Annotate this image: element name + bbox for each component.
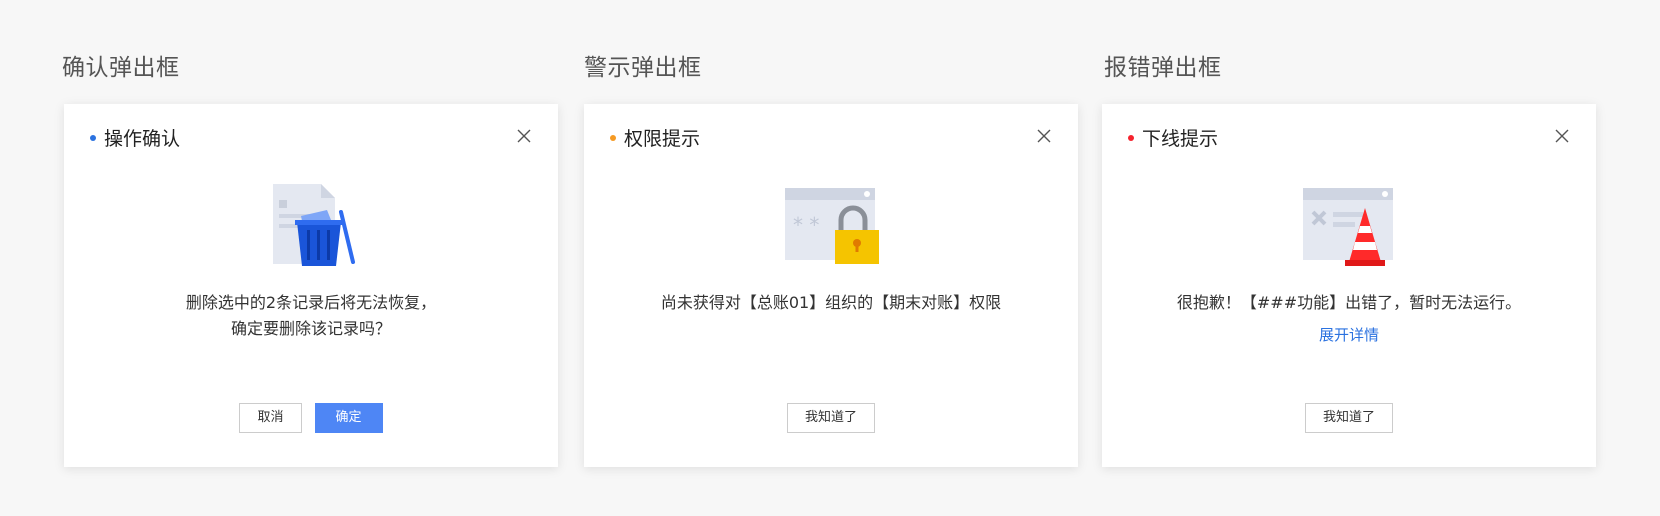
message-line: 删除选中的2条记录后将无法恢复， — [185, 293, 437, 312]
message-line: 确定要删除该记录吗？ — [230, 319, 391, 338]
close-icon[interactable] — [1554, 128, 1570, 144]
message-line: 尚未获得对【总账01】组织的【期末对账】权限 — [660, 293, 1002, 312]
ok-button[interactable]: 我知道了 — [1304, 403, 1393, 433]
traffic-cone-icon — [1303, 188, 1393, 266]
dot-icon — [1128, 134, 1134, 141]
dialog-message: 尚未获得对【总账01】组织的【期末对账】权限 — [584, 290, 1078, 316]
confirm-button[interactable]: 确定 — [314, 403, 383, 433]
close-icon[interactable] — [516, 128, 532, 144]
expand-details-link[interactable]: 展开详情 — [1319, 322, 1379, 348]
section-title-confirm: 确认弹出框 — [62, 55, 180, 81]
dialog-buttons: 取消 确定 — [64, 403, 558, 433]
dialog-title: 权限提示 — [624, 128, 701, 150]
dot-icon — [90, 134, 96, 141]
dialog-header: 下线提示 — [1128, 124, 1218, 151]
message-line: 很抱歉！【###功能】出错了，暂时无法运行。 — [1176, 293, 1522, 312]
close-icon[interactable] — [1036, 128, 1052, 144]
error-dialog: 下线提示 很抱歉！【###功能】出错了，暂时无法运行。 展开详情 我知道了 — [1102, 104, 1596, 467]
dialog-message: 删除选中的2条记录后将无法恢复， 确定要删除该记录吗？ — [64, 290, 558, 342]
dialog-header: 操作确认 — [90, 124, 180, 151]
confirm-dialog: 操作确认 删除选中的2条记录后将无法恢复， 确定要删除该记录吗？ 取消 确定 — [64, 104, 558, 467]
dialog-header: 权限提示 — [610, 124, 700, 151]
dialog-buttons: 我知道了 — [584, 403, 1078, 433]
section-title-error: 报错弹出框 — [1104, 55, 1222, 81]
warning-dialog: 权限提示 * * 尚未获得对【总账01】组织的【期末对账】权限 我知道了 — [584, 104, 1078, 467]
dialog-title: 下线提示 — [1142, 128, 1219, 150]
lock-icon: * * — [785, 188, 879, 264]
dot-icon — [610, 134, 616, 141]
dialog-title: 操作确认 — [104, 128, 181, 150]
section-title-warning: 警示弹出框 — [584, 55, 702, 81]
trash-icon — [273, 184, 355, 266]
dialog-buttons: 我知道了 — [1102, 403, 1596, 433]
dialog-message: 很抱歉！【###功能】出错了，暂时无法运行。 展开详情 — [1102, 290, 1596, 348]
cancel-button[interactable]: 取消 — [239, 403, 302, 433]
svg-text:* *: * * — [793, 213, 819, 237]
ok-button[interactable]: 我知道了 — [786, 403, 875, 433]
